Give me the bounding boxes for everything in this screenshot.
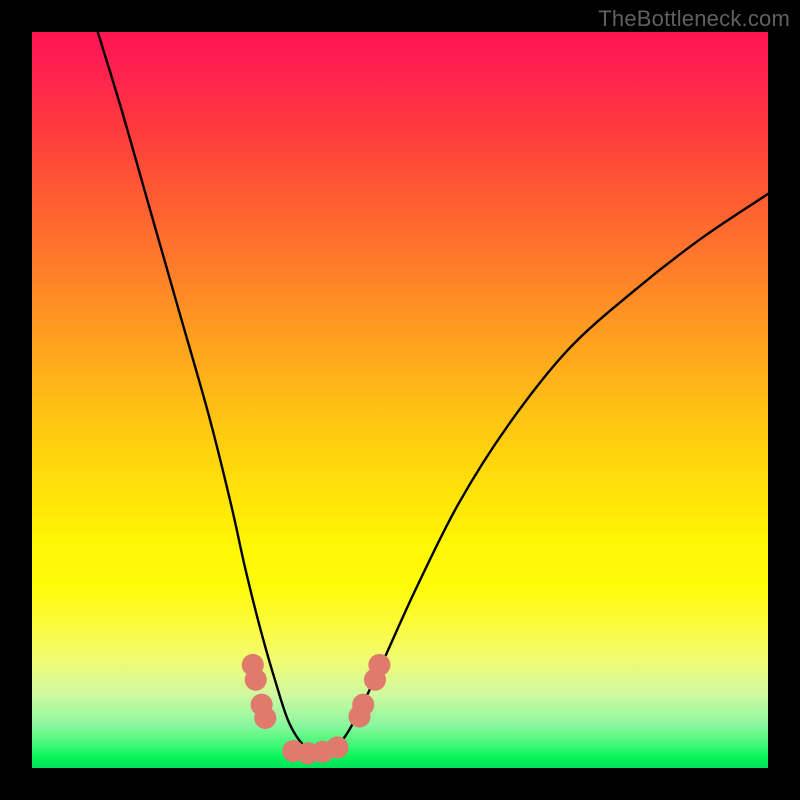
bead (254, 707, 276, 729)
plot-area (32, 32, 768, 768)
watermark-text: TheBottleneck.com (598, 6, 790, 32)
curve-svg (32, 32, 768, 768)
highlight-beads (242, 654, 391, 764)
bead (326, 736, 348, 758)
bead (245, 669, 267, 691)
chart-frame: TheBottleneck.com (0, 0, 800, 800)
bottleneck-curve (91, 32, 768, 756)
bead (368, 654, 390, 676)
bead (352, 694, 374, 716)
